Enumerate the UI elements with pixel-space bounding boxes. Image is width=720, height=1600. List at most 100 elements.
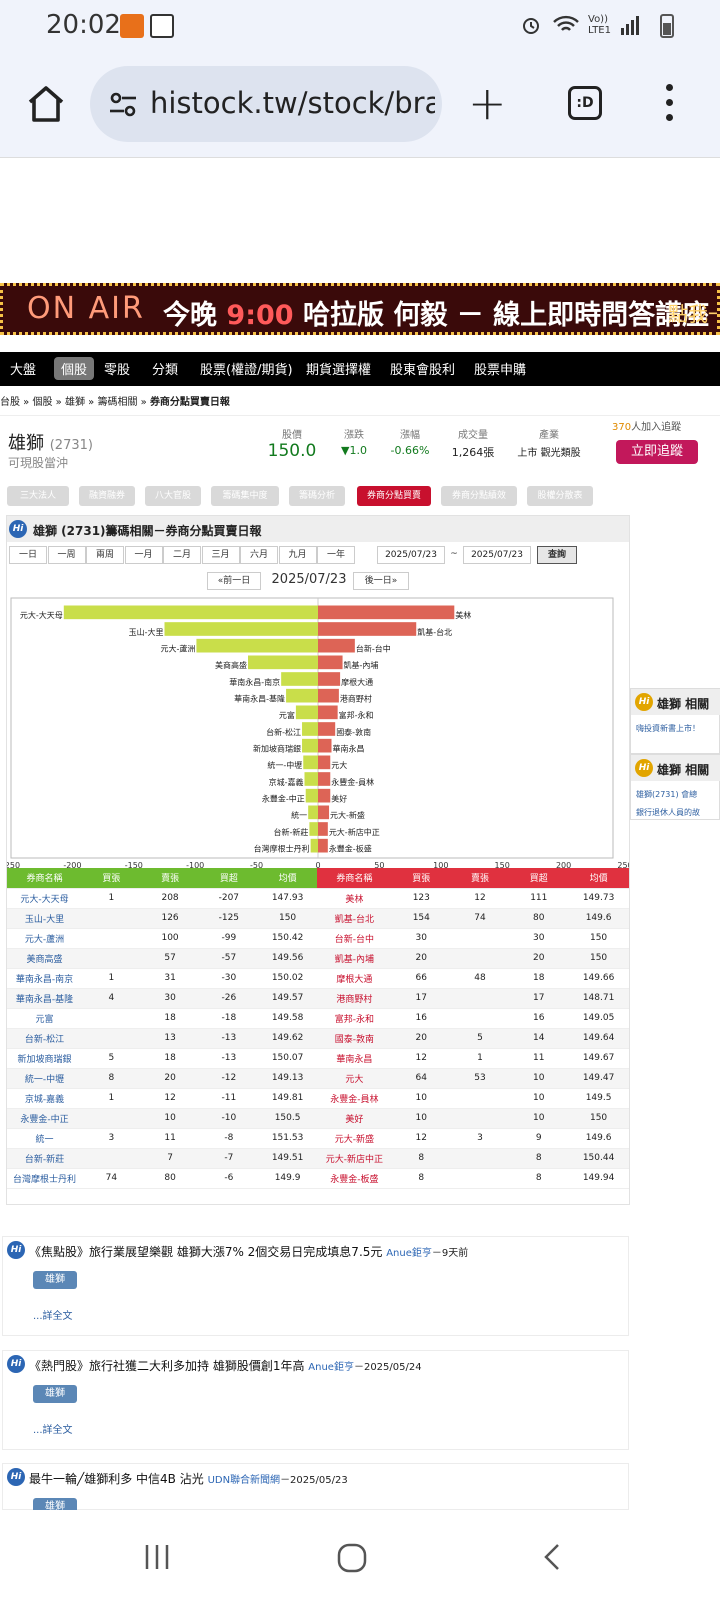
back-icon[interactable] <box>540 1542 564 1572</box>
broker-name-cell[interactable]: 元大-新盛 <box>316 1128 392 1149</box>
news-item[interactable]: Hi 《熱門股》旅行社獲二大利多加持 雄獅股價創1年高 Anue鉅亨－2025/0… <box>2 1350 629 1450</box>
broker-name-cell[interactable]: 元大-大天母 <box>7 888 82 909</box>
range-1[interactable]: 一周 <box>47 546 86 564</box>
subtab-1[interactable]: 融資融券 <box>79 486 135 506</box>
broker-name-cell[interactable]: 台新-新莊 <box>7 1148 82 1169</box>
news-title[interactable]: 最牛一輪╱雄獅利多 中信4B 沾光 UDN聯合新聞網－2025/05/23 <box>29 1470 348 1487</box>
new-tab-icon[interactable]: + <box>468 76 507 130</box>
broker-name-cell[interactable]: 元大 <box>316 1068 392 1089</box>
range-2[interactable]: 兩周 <box>86 546 124 564</box>
broker-name-cell[interactable]: 永豐金-中正 <box>7 1108 82 1129</box>
subtab-3[interactable]: 籌碼集中度 <box>211 486 279 506</box>
news-item[interactable]: Hi 最牛一輪╱雄獅利多 中信4B 沾光 UDN聯合新聞網－2025/05/23 雄… <box>2 1463 629 1516</box>
nav-item-2[interactable]: 零股 <box>104 359 130 378</box>
range-3[interactable]: 一月 <box>124 546 163 564</box>
broker-name-cell[interactable]: 玉山-大里 <box>7 908 82 929</box>
subtab-5[interactable]: 券商分點買賣 <box>357 486 431 506</box>
news-title-text[interactable]: 《焦點股》旅行業展望樂觀 雄獅大漲7% 2個交易日完成填息7.5元 <box>29 1245 382 1259</box>
date-from-input[interactable]: 2025/07/23 <box>377 546 445 564</box>
query-button[interactable]: 查詢 <box>537 546 577 564</box>
nav-item-5[interactable]: 期貨選擇權 <box>306 359 371 378</box>
broker-name-cell[interactable]: 台新-台中 <box>316 928 392 949</box>
news-item[interactable]: Hi 《焦點股》旅行業展望樂觀 雄獅大漲7% 2個交易日完成填息7.5元 Anue… <box>2 1236 629 1336</box>
broker-name-cell[interactable]: 華南永昌-基隆 <box>7 988 82 1009</box>
breadcrumb-item[interactable]: 個股 <box>32 397 52 408</box>
nav-item-4[interactable]: 股票(權證/期貨) <box>200 359 293 378</box>
broker-name-cell[interactable]: 摩根大通 <box>316 968 392 989</box>
broker-name-cell[interactable]: 統一-中壢 <box>7 1068 82 1089</box>
broker-name-cell[interactable]: 元富 <box>7 1008 82 1029</box>
broker-name-cell[interactable]: 凱基-台北 <box>316 908 392 929</box>
subtab-2[interactable]: 八大官股 <box>145 486 201 506</box>
next-day-button[interactable]: 後一日» <box>353 572 409 590</box>
read-more-link[interactable]: ...詳全文 <box>33 1421 73 1436</box>
subtab-0[interactable]: 三大法人 <box>7 486 69 506</box>
news-tag[interactable]: 雄獅 <box>33 1385 77 1403</box>
broker-name-cell[interactable]: 富邦-永和 <box>316 1008 392 1029</box>
subtab-6[interactable]: 券商分點績效 <box>441 486 517 506</box>
table-header: 券商名稱 <box>7 868 82 889</box>
broker-name-cell[interactable]: 台灣摩根士丹利 <box>7 1168 82 1189</box>
broker-name-cell[interactable]: 台新-松江 <box>7 1028 82 1049</box>
news-title-text[interactable]: 最牛一輪╱雄獅利多 中信4B 沾光 <box>29 1472 204 1486</box>
nav-item-0[interactable]: 大盤 <box>10 359 36 378</box>
follow-button[interactable]: 立即追蹤 <box>616 440 698 464</box>
tab-switcher-button[interactable]: :D <box>568 86 602 120</box>
range-5[interactable]: 三月 <box>201 546 240 564</box>
subtab-7[interactable]: 股權分散表 <box>527 486 593 506</box>
range-6[interactable]: 六月 <box>240 546 278 564</box>
broker-name-cell[interactable]: 美商高盛 <box>7 948 82 969</box>
url-text[interactable]: histock.tw/stock/bra <box>150 86 435 120</box>
read-more-link[interactable]: ...詳全文 <box>33 1307 73 1322</box>
broker-name-cell[interactable]: 元大-新店中正 <box>316 1148 392 1169</box>
broker-name-cell[interactable]: 凱基-內埔 <box>316 948 392 969</box>
banner-cta[interactable]: 點我一 <box>668 298 717 327</box>
news-title-text[interactable]: 《熱門股》旅行社獲二大利多加持 雄獅股價創1年高 <box>29 1359 304 1373</box>
nav-item-1[interactable]: 個股 <box>54 357 95 380</box>
broker-name-cell[interactable]: 新加坡商瑞銀 <box>7 1048 82 1069</box>
prev-day-button[interactable]: «前一日 <box>207 572 261 590</box>
breadcrumb-item[interactable]: 雄獅 <box>65 397 85 408</box>
range-8[interactable]: 一年 <box>317 546 355 564</box>
subtab-4[interactable]: 籌碼分析 <box>289 486 345 506</box>
address-bar[interactable]: histock.tw/stock/bra <box>90 66 442 142</box>
date-to-input[interactable]: 2025/07/23 <box>463 546 531 564</box>
table-cell: 5 <box>81 1048 141 1069</box>
nav-item-3[interactable]: 分類 <box>152 359 178 378</box>
side-link[interactable]: 雄獅(2731) 會總 <box>636 789 697 800</box>
breadcrumb-item[interactable]: 籌碼相關 <box>97 397 137 408</box>
news-title[interactable]: 《焦點股》旅行業展望樂觀 雄獅大漲7% 2個交易日完成填息7.5元 Anue鉅亨… <box>29 1243 468 1260</box>
broker-name-cell[interactable]: 美好 <box>316 1108 392 1129</box>
range-0[interactable]: 一日 <box>9 546 47 564</box>
range-4[interactable]: 二月 <box>163 546 201 564</box>
home-icon[interactable] <box>24 82 68 126</box>
side-box: Hi 雄獅 相關 嗨投資新書上市！ <box>630 688 720 754</box>
side-link[interactable]: 嗨投資新書上市！ <box>636 723 700 734</box>
broker-name-cell[interactable]: 港商野村 <box>316 988 392 1009</box>
broker-name-cell[interactable]: 京城-嘉義 <box>7 1088 82 1109</box>
site-settings-icon[interactable] <box>108 90 138 120</box>
range-7[interactable]: 九月 <box>278 546 317 564</box>
recent-apps-icon[interactable] <box>142 1542 172 1572</box>
more-menu-icon[interactable] <box>666 84 674 124</box>
breadcrumb-item[interactable]: 台股 <box>0 397 20 408</box>
broker-name-cell[interactable]: 統一 <box>7 1128 82 1149</box>
broker-name-cell[interactable]: 美林 <box>316 888 392 909</box>
home-nav-icon[interactable] <box>336 1542 368 1574</box>
banner-text: 今晚 9:00 哈拉版 何毅 － 線上即時問答講座 <box>163 300 710 331</box>
broker-name-cell[interactable]: 華南永昌-南京 <box>7 968 82 989</box>
broker-name-cell[interactable]: 國泰-敦南 <box>316 1028 392 1049</box>
broker-name-cell[interactable]: 永豐金-板盛 <box>316 1168 392 1189</box>
broker-name-cell[interactable]: 華南永昌 <box>316 1048 392 1069</box>
table-header: 券商名稱 <box>316 868 392 889</box>
news-tag[interactable]: 雄獅 <box>33 1271 77 1289</box>
broker-name-cell[interactable]: 元大-蘆洲 <box>7 928 82 949</box>
news-title[interactable]: 《熱門股》旅行社獲二大利多加持 雄獅股價創1年高 Anue鉅亨－2025/05/… <box>29 1357 422 1374</box>
nav-item-7[interactable]: 股票申購 <box>474 359 526 378</box>
nav-item-6[interactable]: 股東會股利 <box>390 359 455 378</box>
promo-banner[interactable]: ON AIR 今晚 9:00 哈拉版 何毅 － 線上即時問答講座 點我一 <box>0 283 720 335</box>
buy-bar <box>318 655 343 670</box>
side-link[interactable]: 銀行退休人員的故 <box>636 807 700 818</box>
broker-name-cell[interactable]: 永豐金-員林 <box>316 1088 392 1109</box>
sell-bar-label: 統一-中壢 <box>267 760 302 770</box>
